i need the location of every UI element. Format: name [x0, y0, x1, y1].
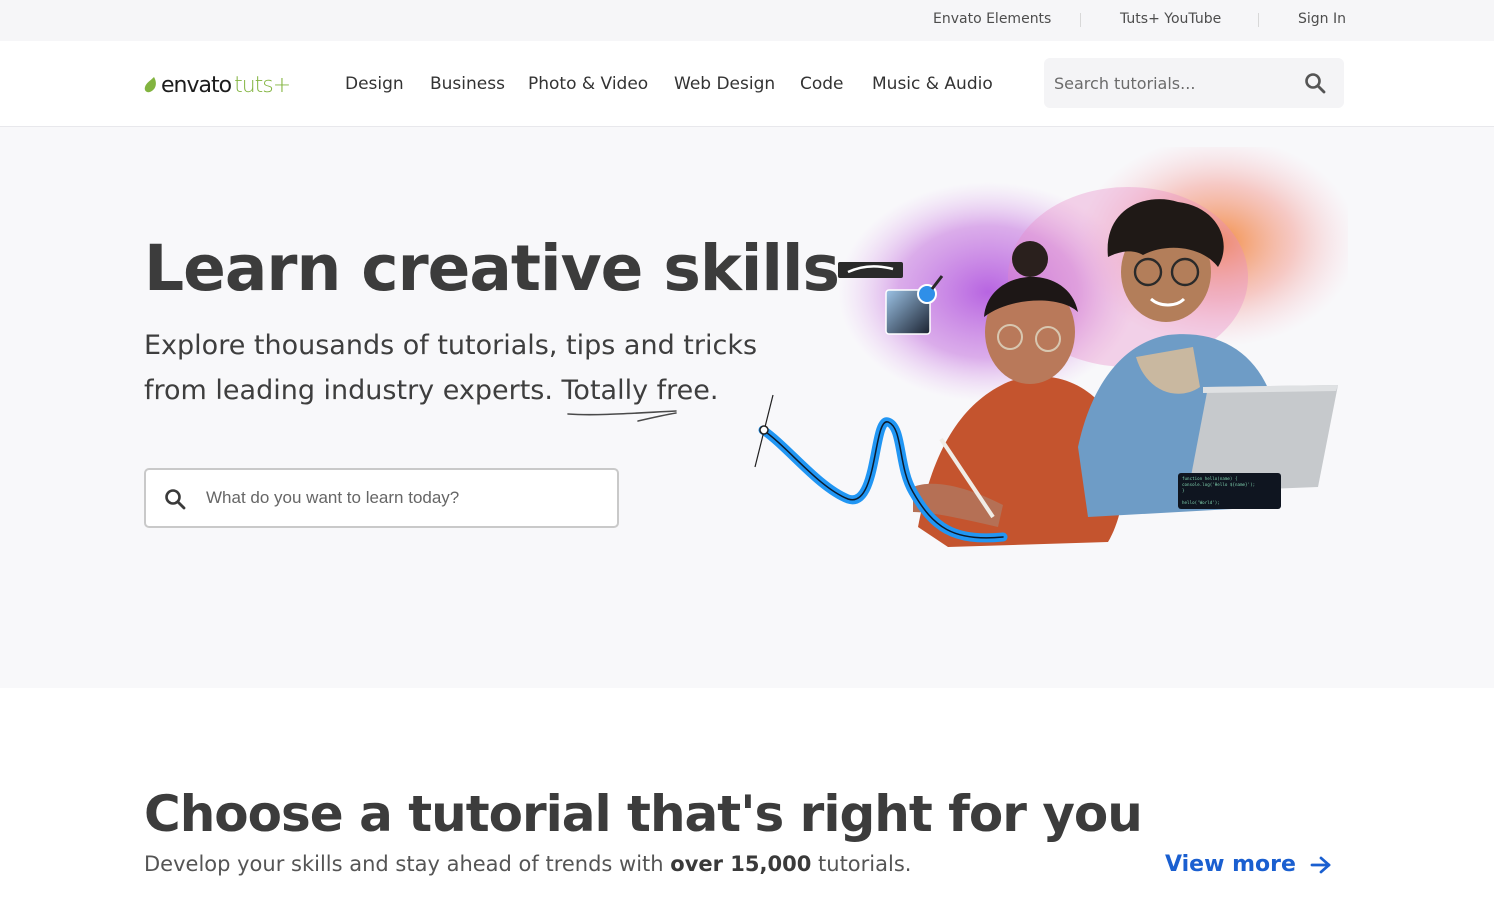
- nav-music-audio[interactable]: Music & Audio: [872, 74, 993, 94]
- nav-business[interactable]: Business: [430, 74, 505, 94]
- leaf-icon: [144, 77, 156, 93]
- underline-swoosh-icon: [567, 410, 677, 422]
- hero-subtitle: Explore thousands of tutorials, tips and…: [144, 323, 764, 413]
- hero-search: [144, 468, 619, 528]
- hero-subtitle-line1: Explore thousands of tutorials, tips and…: [144, 330, 758, 361]
- nav-web-design[interactable]: Web Design: [674, 74, 775, 94]
- envato-elements-link[interactable]: Envato Elements: [933, 11, 1051, 27]
- section-subtitle-text: Develop your skills and stay ahead of tr…: [144, 852, 671, 876]
- section-subtitle-count: over 15,000: [670, 852, 812, 876]
- hero-title: Learn creative skills: [144, 232, 840, 305]
- utility-divider: [1258, 13, 1259, 27]
- search-icon: [165, 489, 186, 510]
- section-title: Choose a tutorial that's right for you: [144, 785, 1143, 843]
- hero-illustration: function hello(name) { console.log('Hell…: [754, 147, 1348, 547]
- arrow-right-icon: [1310, 856, 1331, 873]
- nav-photo-video[interactable]: Photo & Video: [528, 74, 648, 94]
- utility-bar: Envato Elements Tuts+ YouTube Sign In: [0, 0, 1494, 41]
- code-line: console.log('Hello ${name}');: [1182, 482, 1255, 487]
- hero: Learn creative skills Explore thousands …: [0, 127, 1494, 688]
- hero-subtitle-line2: from leading industry experts.: [144, 375, 562, 406]
- section-subtitle: Develop your skills and stay ahead of tr…: [144, 852, 911, 876]
- view-more-label: View more: [1165, 852, 1296, 877]
- search-icon[interactable]: [1304, 72, 1326, 94]
- code-line: hello('World');: [1182, 500, 1220, 505]
- logo[interactable]: envato tuts+: [144, 69, 291, 101]
- header-search: [1044, 58, 1344, 108]
- section-subtitle-tail: tutorials.: [811, 852, 912, 876]
- logo-wordmark-envato: envato: [161, 72, 232, 98]
- nav-code[interactable]: Code: [800, 74, 844, 94]
- hero-subtitle-emphasis: Totally free.: [561, 375, 719, 406]
- utility-divider: [1080, 13, 1081, 27]
- code-line: function hello(name) {: [1182, 476, 1238, 481]
- header-search-input[interactable]: [1054, 58, 1294, 108]
- view-more-link[interactable]: View more: [1165, 852, 1332, 877]
- main-nav: envato tuts+ Design Business Photo & Vid…: [0, 41, 1494, 127]
- logo-wordmark-tuts: tuts+: [234, 72, 291, 98]
- nav-design[interactable]: Design: [345, 74, 404, 94]
- sign-in-link[interactable]: Sign In: [1298, 11, 1346, 27]
- tuts-youtube-link[interactable]: Tuts+ YouTube: [1120, 11, 1221, 27]
- hero-search-input[interactable]: [206, 470, 606, 526]
